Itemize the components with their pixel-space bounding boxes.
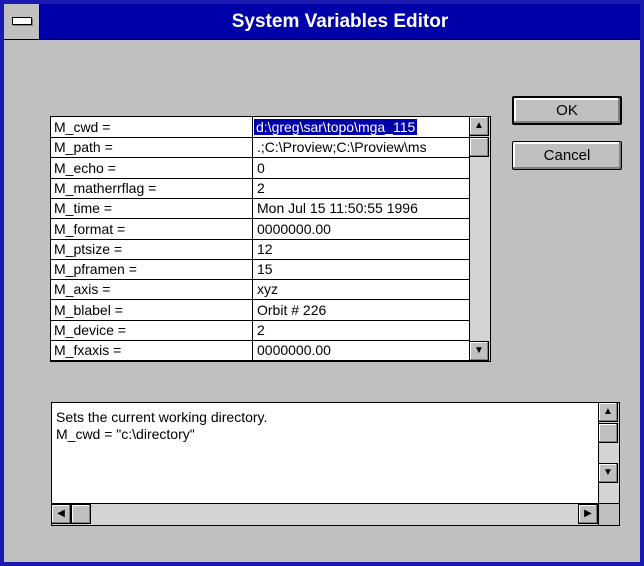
table-row[interactable]: M_path = .;C:\Proview;C:\Proview\ms	[51, 137, 469, 158]
variable-name-cell[interactable]: M_device =	[51, 320, 253, 340]
description-scroll-left-button[interactable]: ◀	[51, 504, 71, 524]
variable-value-cell[interactable]: 2	[254, 320, 469, 340]
ok-button[interactable]: OK	[512, 96, 622, 125]
left-arrow-icon: ◀	[57, 508, 65, 519]
title-bar[interactable]: System Variables Editor	[4, 4, 640, 40]
variable-name-cell[interactable]: M_echo =	[51, 158, 253, 178]
table-row[interactable]: M_format = 0000000.00	[51, 219, 469, 240]
variable-value-cell[interactable]: Orbit # 226	[254, 300, 469, 320]
description-hscroll-thumb[interactable]	[71, 504, 91, 524]
description-scroll-down-button[interactable]: ▼	[598, 463, 618, 483]
variable-value-cell[interactable]: d:\greg\sar\topo\mga_115	[254, 117, 469, 137]
variable-name-cell[interactable]: M_pframen =	[51, 259, 253, 279]
grid-scroll-thumb[interactable]	[469, 137, 489, 157]
up-arrow-icon: ▲	[603, 406, 613, 417]
description-horizontal-scrollbar[interactable]: ◀ ▶	[51, 503, 599, 525]
table-row[interactable]: M_fxaxis = 0000000.00	[51, 340, 469, 361]
window-title: System Variables Editor	[231, 11, 449, 32]
table-row[interactable]: M_echo = 0	[51, 158, 469, 179]
variable-name-cell[interactable]: M_ptsize =	[51, 239, 253, 259]
system-menu-icon	[12, 17, 32, 25]
table-row[interactable]: M_blabel = Orbit # 226	[51, 300, 469, 321]
table-row[interactable]: M_time = Mon Jul 15 11:50:55 1996	[51, 198, 469, 219]
variable-name-cell[interactable]: M_blabel =	[51, 300, 253, 320]
cancel-button[interactable]: Cancel	[512, 141, 622, 170]
table-row[interactable]: M_pframen = 15	[51, 259, 469, 280]
variable-value-cell[interactable]: 0	[254, 158, 469, 178]
variable-value-cell[interactable]: xyz	[254, 279, 469, 299]
right-arrow-icon: ▶	[584, 508, 592, 519]
variables-grid[interactable]: M_cwd = d:\greg\sar\topo\mga_115 M_path =.…	[50, 116, 491, 362]
variables-rows: M_cwd = d:\greg\sar\topo\mga_115 M_path =.…	[51, 117, 469, 361]
table-row[interactable]: M_device = 2	[51, 320, 469, 341]
up-arrow-icon: ▲	[474, 120, 484, 131]
down-arrow-icon: ▼	[474, 345, 484, 356]
grid-vertical-scrollbar[interactable]: ▲ ▼	[469, 116, 490, 361]
variable-name-cell[interactable]: M_matherrflag =	[51, 178, 253, 198]
description-vertical-scrollbar[interactable]: ▲ ▼	[598, 402, 619, 504]
description-line-2: M_cwd = "c:\directory"	[56, 426, 195, 442]
variable-name-cell[interactable]: M_axis =	[51, 279, 253, 299]
variable-name-cell[interactable]: M_format =	[51, 219, 253, 239]
variable-value-cell[interactable]: 15	[254, 259, 469, 279]
variable-value-cell[interactable]: .;C:\Proview;C:\Proview\ms	[254, 137, 469, 157]
selected-value-text: d:\greg\sar\topo\mga_115	[254, 119, 418, 135]
variable-name-cell[interactable]: M_cwd =	[51, 117, 253, 137]
variable-name-cell[interactable]: M_path =	[51, 137, 253, 157]
grid-scroll-up-button[interactable]: ▲	[469, 116, 489, 136]
grid-scroll-down-button[interactable]: ▼	[469, 341, 489, 361]
variable-value-cell[interactable]: 0000000.00	[254, 340, 469, 360]
table-row[interactable]: M_axis = xyz	[51, 279, 469, 300]
description-line-1: Sets the current working directory.	[56, 409, 268, 425]
description-text: Sets the current working directory. M_cw…	[56, 409, 596, 443]
down-arrow-icon: ▼	[603, 467, 613, 478]
variable-value-cell[interactable]: 12	[254, 239, 469, 259]
description-vscroll-thumb[interactable]	[598, 423, 618, 443]
system-variables-window: System Variables Editor M_cwd = d:\greg\s…	[0, 0, 644, 566]
description-textbox[interactable]: Sets the current working directory. M_cw…	[51, 402, 620, 526]
description-scroll-right-button[interactable]: ▶	[578, 504, 598, 524]
table-row[interactable]: M_matherrflag = 2	[51, 178, 469, 199]
variable-value-cell[interactable]: 0000000.00	[254, 219, 469, 239]
table-row[interactable]: M_ptsize = 12	[51, 239, 469, 260]
variable-name-cell[interactable]: M_fxaxis =	[51, 340, 253, 360]
scrollbar-corner	[598, 503, 619, 525]
variable-value-cell[interactable]: Mon Jul 15 11:50:55 1996	[254, 198, 469, 218]
variable-value-cell[interactable]: 2	[254, 178, 469, 198]
variable-name-cell[interactable]: M_time =	[51, 198, 253, 218]
description-scroll-up-button[interactable]: ▲	[598, 402, 618, 422]
system-menu-button[interactable]	[4, 4, 40, 39]
table-row[interactable]: M_cwd = d:\greg\sar\topo\mga_115	[51, 117, 469, 138]
